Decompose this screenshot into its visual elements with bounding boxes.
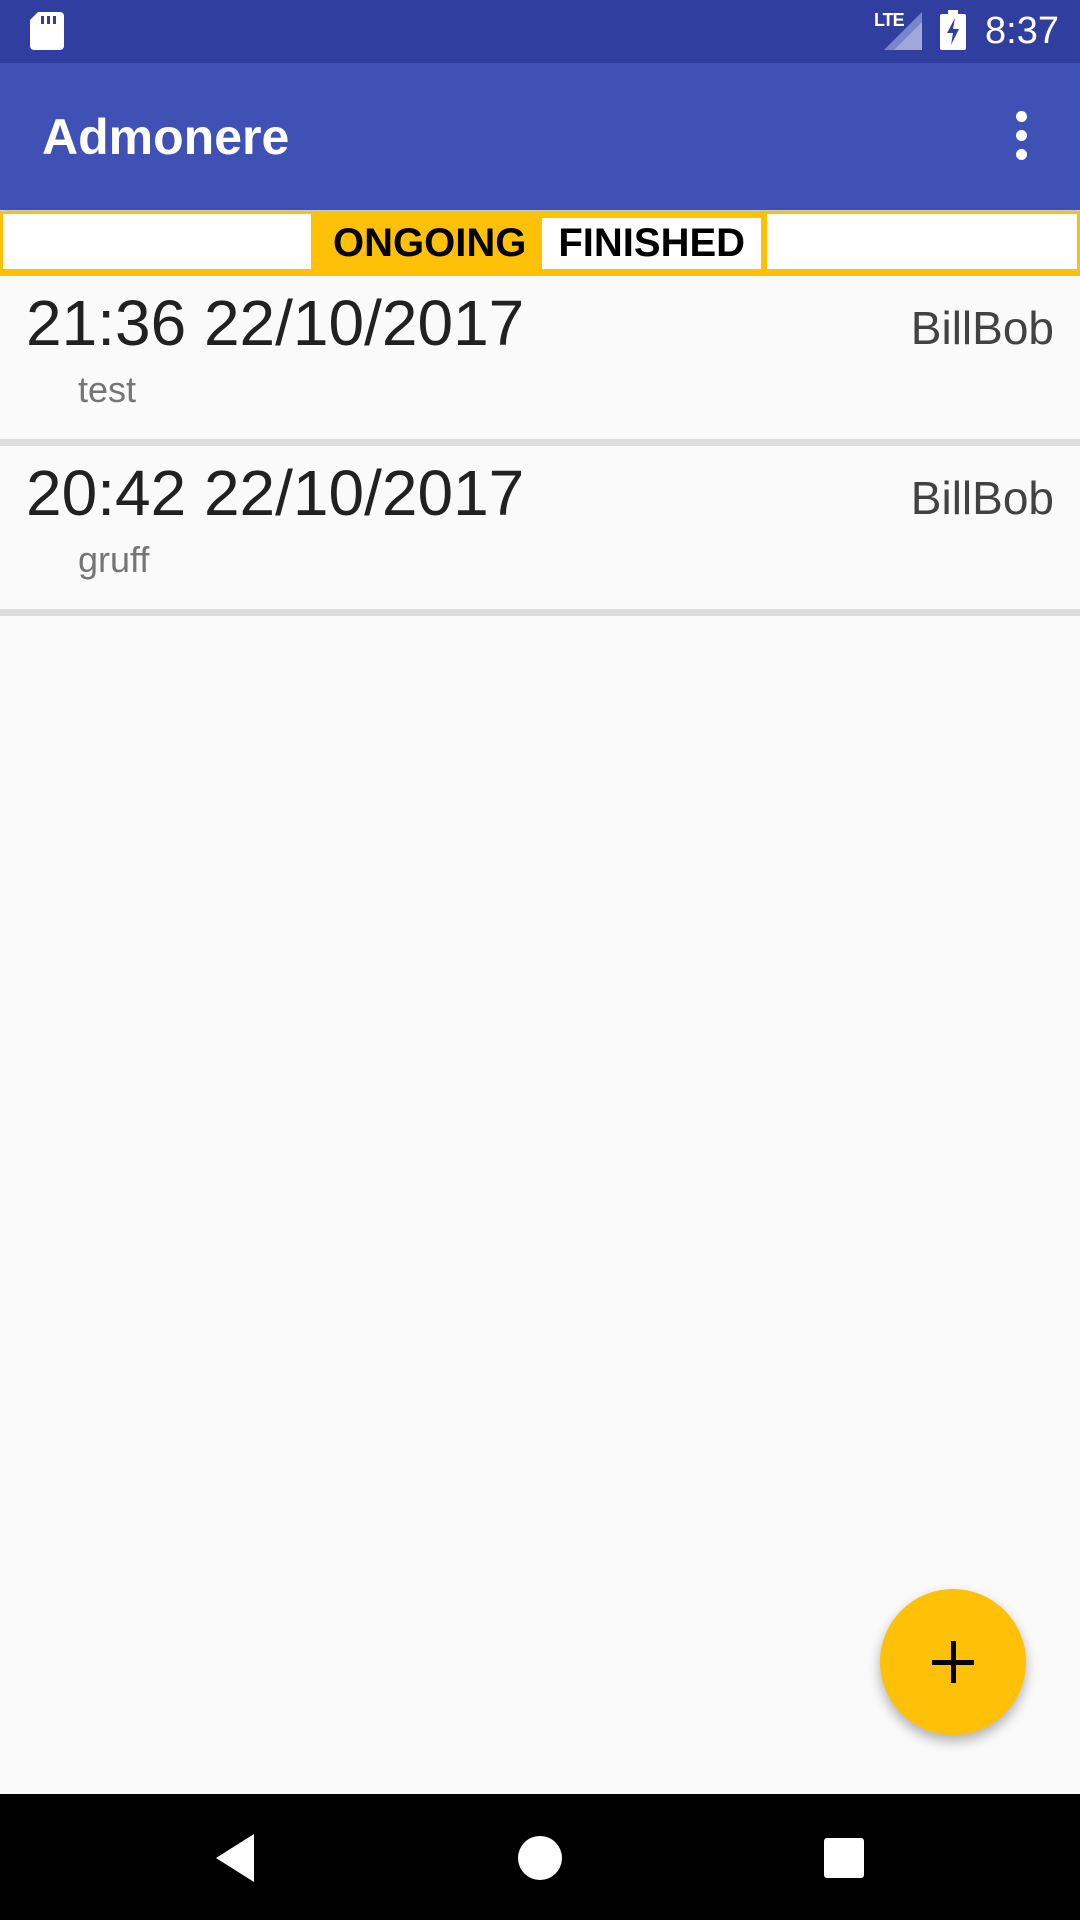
item-datetime: 20:42 22/10/2017: [26, 457, 525, 529]
more-options-button[interactable]: [1000, 103, 1044, 167]
filter-toggle-bar: ONGOING FINISHED: [0, 211, 1080, 276]
home-icon[interactable]: [510, 1828, 570, 1888]
list-item[interactable]: 21:36 22/10/2017 BillBob test: [0, 276, 1080, 446]
list-item[interactable]: 20:42 22/10/2017 BillBob gruff: [0, 446, 1080, 616]
item-note: gruff: [78, 539, 150, 580]
finished-toggle-button[interactable]: FINISHED: [542, 218, 762, 269]
filter-toggle-group: ONGOING FINISHED: [311, 214, 768, 272]
ongoing-toggle-button[interactable]: ONGOING: [317, 218, 543, 269]
clock: 8:37: [985, 10, 1059, 52]
plus-icon: [932, 1641, 974, 1683]
sd-card-icon: [30, 12, 64, 50]
item-user: BillBob: [910, 302, 1054, 354]
back-icon[interactable]: [206, 1828, 266, 1888]
item-datetime: 21:36 22/10/2017: [26, 287, 525, 359]
signal-icon: [884, 12, 922, 50]
app-title: Admonere: [42, 109, 290, 165]
reminder-list: 21:36 22/10/2017 BillBob test 20:42 22/1…: [0, 276, 1080, 616]
recents-icon[interactable]: [814, 1828, 874, 1888]
item-user: BillBob: [910, 472, 1054, 524]
app-bar: Admonere: [0, 63, 1080, 210]
add-button[interactable]: [880, 1589, 1026, 1735]
status-bar: LTE 8:37: [0, 0, 1080, 63]
item-note: test: [78, 369, 137, 410]
battery-charging-icon: [940, 10, 966, 50]
navigation-bar: [0, 1794, 1080, 1920]
